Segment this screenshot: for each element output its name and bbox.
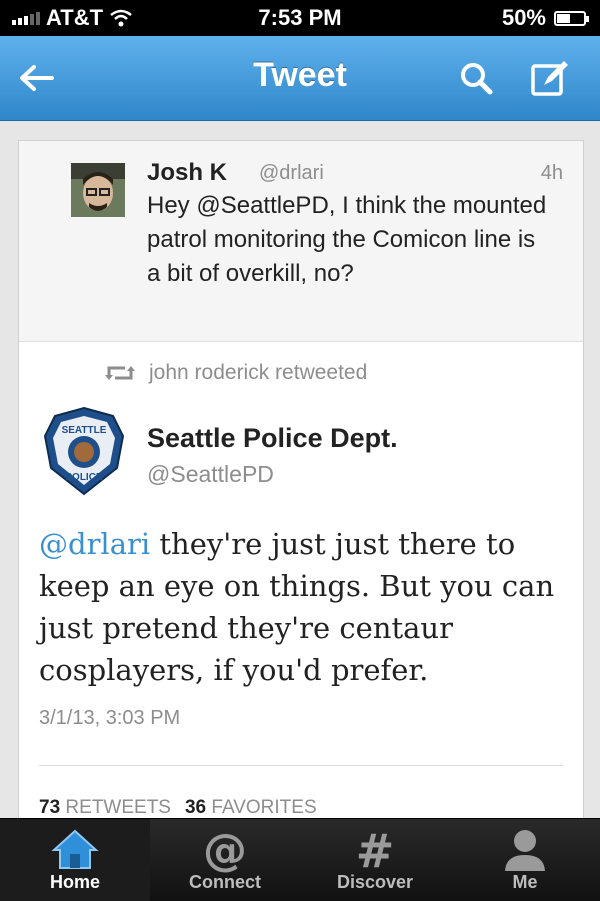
home-icon <box>51 829 99 869</box>
status-bar: AT&T 7:53 PM 50% <box>0 0 600 36</box>
person-icon <box>505 830 545 871</box>
compose-icon <box>531 61 568 96</box>
retweets-stat[interactable]: 73 RETWEETS <box>39 797 171 819</box>
retweets-label: RETWEETS <box>65 797 171 818</box>
tweet-text: @drlari they're just just there to keep … <box>39 523 569 691</box>
retweet-notice: john roderick retweeted <box>105 361 367 385</box>
tweet-author-name[interactable]: Seattle Police Dept. <box>147 423 398 454</box>
retweet-notice-text[interactable]: john roderick retweeted <box>149 361 367 385</box>
mention-link[interactable]: @drlari <box>39 527 150 561</box>
favorites-stat[interactable]: 36 FAVORITES <box>185 797 317 819</box>
in-reply-to-tweet[interactable]: Josh K @drlari 4h Hey @SeattlePD, I thin… <box>19 141 583 342</box>
profile-photo <box>71 163 125 217</box>
svg-text:@: @ <box>203 827 247 873</box>
tab-me-label: Me <box>512 872 538 892</box>
tweet-timestamp: 3/1/13, 3:03 PM <box>39 707 181 729</box>
tab-discover[interactable]: # Discover <box>300 819 450 901</box>
tab-discover-label: Discover <box>336 872 414 892</box>
badge-top-text: SEATTLE <box>62 425 107 436</box>
retweets-count: 73 <box>39 797 61 818</box>
avatar[interactable] <box>71 163 125 217</box>
tab-bar: Home @ Connect # Discover Me <box>0 818 600 901</box>
tab-me[interactable]: Me <box>450 819 600 901</box>
battery-percent: 50% <box>501 5 546 30</box>
compose-button[interactable] <box>526 54 574 102</box>
avatar[interactable]: SEATTLE POLICE <box>43 406 125 496</box>
battery-icon <box>554 10 589 26</box>
hash-icon: # <box>356 827 395 873</box>
navigation-bar: Tweet <box>0 36 600 121</box>
tweet-stats: 73 RETWEETS 36 FAVORITES <box>39 797 317 819</box>
tab-connect[interactable]: @ Connect <box>150 819 300 901</box>
status-right: 50% <box>501 5 589 31</box>
tweet-card: Josh K @drlari 4h Hey @SeattlePD, I thin… <box>18 140 584 821</box>
tab-connect-label: Connect <box>189 872 261 892</box>
tab-home[interactable]: Home <box>0 819 150 901</box>
favorites-count: 36 <box>184 797 207 818</box>
search-icon <box>461 63 493 95</box>
reply-author-handle[interactable]: @drlari <box>259 162 324 185</box>
search-button[interactable] <box>452 54 500 102</box>
reply-timestamp: 4h <box>540 162 563 184</box>
reply-author-name[interactable]: Josh K <box>147 159 227 187</box>
page-title: Tweet <box>253 56 347 94</box>
reply-tweet-text: Hey @SeattlePD, I think the mounted patr… <box>147 192 547 287</box>
tweet-author-handle[interactable]: @SeattlePD <box>147 461 274 488</box>
at-icon: @ <box>203 827 247 873</box>
divider <box>39 765 563 766</box>
retweet-icon <box>105 366 135 380</box>
favorites-label: FAVORITES <box>211 797 317 818</box>
police-badge-icon: SEATTLE POLICE <box>43 406 125 496</box>
badge-bottom-text: POLICE <box>65 472 103 483</box>
tab-home-label: Home <box>49 872 100 892</box>
svg-text:#: # <box>356 827 395 873</box>
